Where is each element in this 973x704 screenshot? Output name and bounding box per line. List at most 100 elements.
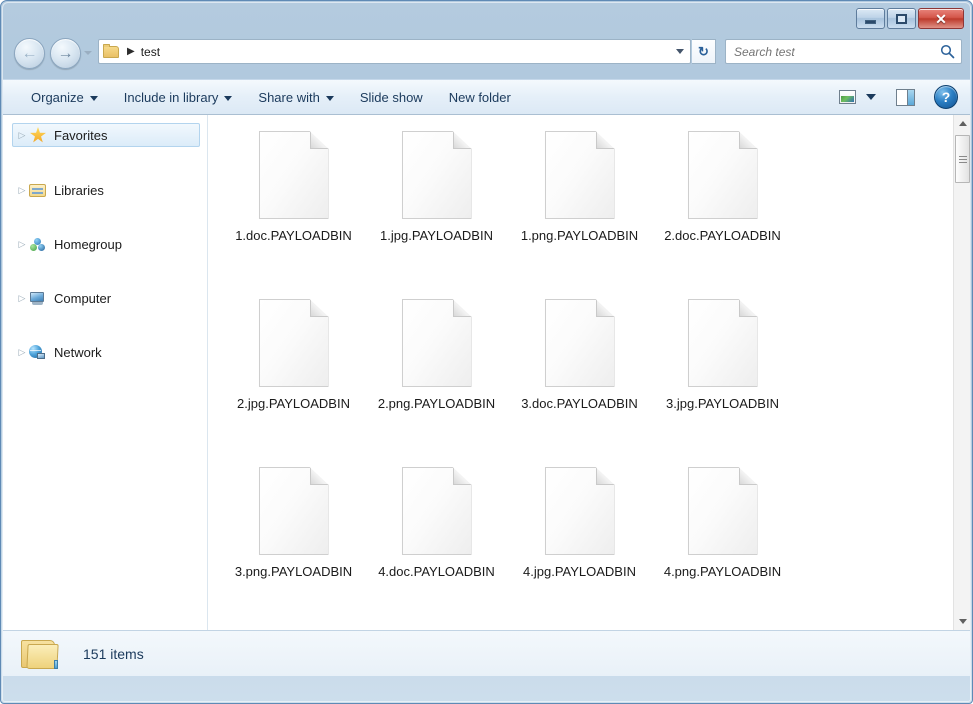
file-item[interactable]: 3.doc.PAYLOADBIN: [508, 295, 651, 463]
file-name-label: 2.png.PAYLOADBIN: [377, 396, 496, 411]
star-icon: [29, 127, 47, 143]
blank-document-icon: [258, 467, 329, 555]
blank-document-icon: [258, 131, 329, 219]
title-bar: ✕: [3, 3, 970, 33]
expander-icon[interactable]: ▷: [15, 239, 29, 250]
sidebar-item-label: Network: [54, 344, 102, 360]
file-list-pane[interactable]: 1.doc.PAYLOADBIN 1.jpg.PAYLOADBIN 1.png.PA…: [208, 115, 970, 630]
sidebar-item-label: Computer: [54, 290, 112, 306]
blank-document-icon: [544, 299, 615, 387]
minimize-icon: [865, 19, 876, 24]
sidebar-item-network[interactable]: ▷ Network: [13, 341, 204, 363]
maximize-button[interactable]: [887, 8, 916, 29]
back-button[interactable]: ←: [14, 38, 45, 69]
close-button[interactable]: ✕: [918, 8, 964, 29]
chevron-down-icon: [89, 95, 98, 101]
file-name-label: 4.png.PAYLOADBIN: [663, 564, 782, 579]
file-item[interactable]: 2.jpg.PAYLOADBIN: [222, 295, 365, 463]
file-item[interactable]: 4.doc.PAYLOADBIN: [365, 463, 508, 630]
slide-show-button[interactable]: Slide show: [349, 84, 434, 110]
file-name-label: 3.png.PAYLOADBIN: [234, 564, 353, 579]
file-grid: 1.doc.PAYLOADBIN 1.jpg.PAYLOADBIN 1.png.PA…: [208, 115, 935, 630]
sidebar-item-favorites[interactable]: ▷ Favorites: [12, 123, 200, 147]
search-box[interactable]: [725, 39, 962, 64]
chevron-down-icon: [224, 95, 233, 101]
file-item[interactable]: 3.jpg.PAYLOADBIN: [651, 295, 794, 463]
refresh-icon: ↻: [698, 44, 709, 59]
explorer-window: ✕ ← → ▶ test ↻ Search test Organize Incl…: [0, 0, 973, 704]
item-count-label: 151 items: [83, 645, 144, 662]
window-controls: ✕: [856, 8, 964, 29]
expander-icon[interactable]: ▷: [15, 130, 29, 141]
preview-pane-icon: [895, 88, 915, 106]
forward-arrow-icon: →: [57, 44, 74, 62]
preview-pane-button[interactable]: [892, 85, 918, 109]
file-item[interactable]: 3.png.PAYLOADBIN: [222, 463, 365, 630]
organize-button[interactable]: Organize: [20, 84, 109, 110]
minimize-button[interactable]: [856, 8, 885, 29]
sidebar-item-label: Libraries: [54, 182, 104, 198]
include-in-library-button[interactable]: Include in library: [113, 84, 244, 110]
scroll-up-button[interactable]: [954, 115, 970, 132]
file-item[interactable]: 4.png.PAYLOADBIN: [651, 463, 794, 630]
chevron-down-icon: [325, 95, 334, 101]
file-item[interactable]: 2.doc.PAYLOADBIN: [651, 127, 794, 295]
sidebar-item-label: Favorites: [54, 127, 108, 143]
include-in-library-label: Include in library: [123, 89, 219, 105]
file-item[interactable]: 1.png.PAYLOADBIN: [508, 127, 651, 295]
new-folder-button[interactable]: New folder: [438, 84, 522, 110]
address-bar[interactable]: ▶ test: [98, 39, 691, 64]
scrollbar-thumb[interactable]: [955, 135, 970, 183]
file-name-label: 2.doc.PAYLOADBIN: [664, 228, 781, 243]
vertical-scrollbar[interactable]: [953, 115, 970, 630]
file-item[interactable]: 2.png.PAYLOADBIN: [365, 295, 508, 463]
sidebar-item-homegroup[interactable]: ▷ Homegroup: [13, 233, 204, 255]
blank-document-icon: [544, 467, 615, 555]
blank-document-icon: [401, 467, 472, 555]
file-name-label: 4.doc.PAYLOADBIN: [378, 564, 495, 579]
status-bar: 151 items: [3, 630, 970, 676]
file-name-label: 1.doc.PAYLOADBIN: [235, 228, 352, 243]
homegroup-icon: [29, 236, 47, 252]
blank-document-icon: [544, 131, 615, 219]
file-name-label: 1.jpg.PAYLOADBIN: [380, 228, 493, 243]
file-name-label: 3.jpg.PAYLOADBIN: [666, 396, 779, 411]
chevron-up-icon: [958, 121, 967, 126]
computer-icon: [29, 290, 47, 306]
organize-label: Organize: [31, 89, 84, 105]
view-options-dropdown-button[interactable]: [860, 85, 882, 109]
expander-icon[interactable]: ▷: [15, 185, 29, 196]
blank-document-icon: [258, 299, 329, 387]
file-item[interactable]: 1.jpg.PAYLOADBIN: [365, 127, 508, 295]
search-input[interactable]: [732, 43, 936, 60]
breadcrumb-item-test[interactable]: test: [141, 45, 160, 59]
help-button[interactable]: ?: [934, 85, 958, 109]
expander-icon[interactable]: ▷: [15, 347, 29, 358]
share-with-label: Share with: [258, 89, 320, 105]
recent-pages-button[interactable]: [83, 48, 93, 58]
refresh-button[interactable]: ↻: [692, 39, 716, 64]
sidebar-item-libraries[interactable]: ▷ Libraries: [13, 179, 204, 201]
breadcrumb-separator-icon: ▶: [127, 46, 135, 57]
change-view-icon: [838, 90, 856, 104]
blank-document-icon: [401, 299, 472, 387]
forward-button[interactable]: →: [50, 38, 81, 69]
file-item[interactable]: 1.doc.PAYLOADBIN: [222, 127, 365, 295]
address-dropdown-icon[interactable]: [676, 49, 684, 54]
change-view-button[interactable]: [834, 85, 860, 109]
file-item[interactable]: 4.jpg.PAYLOADBIN: [508, 463, 651, 630]
share-with-button[interactable]: Share with: [247, 84, 344, 110]
expander-icon[interactable]: ▷: [15, 293, 29, 304]
help-icon: ?: [941, 89, 951, 105]
search-icon[interactable]: [940, 44, 955, 59]
close-icon: ✕: [935, 10, 947, 27]
sidebar-item-computer[interactable]: ▷ Computer: [13, 287, 204, 309]
command-toolbar: Organize Include in library Share with S…: [3, 79, 970, 115]
navigation-pane: ▷ Favorites ▷ Libraries ▷ Homegroup ▷ Co…: [3, 115, 208, 630]
scroll-down-button[interactable]: [954, 613, 970, 630]
maximize-icon: [896, 13, 907, 24]
back-arrow-icon: ←: [21, 44, 38, 62]
chevron-down-icon: [84, 51, 92, 55]
grip-icon: [958, 155, 967, 163]
folder-icon: [103, 44, 120, 59]
